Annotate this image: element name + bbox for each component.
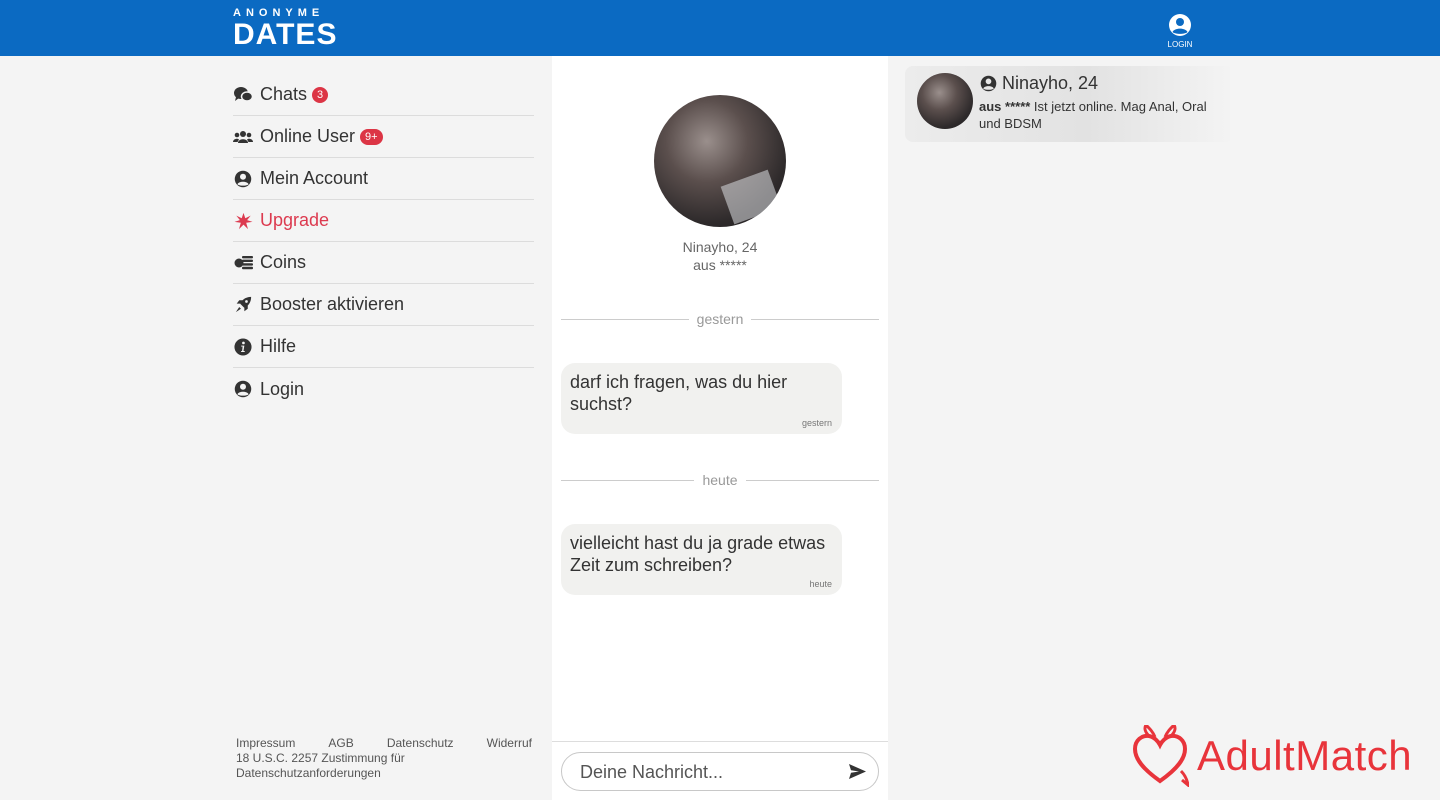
chat-panel: Ninayho, 24 aus ***** gestern darf ich f…	[552, 56, 888, 800]
notification-text: aus ***** Ist jetzt online. Mag Anal, Or…	[979, 98, 1219, 132]
sidebar-item-label: Mein Account	[260, 168, 369, 188]
message-bubble: darf ich fragen, was du hier suchst? ges…	[561, 363, 842, 434]
date-divider: heute	[561, 470, 880, 490]
header-login-button[interactable]: LOGIN	[1163, 13, 1197, 49]
user-circle-icon	[1169, 14, 1191, 36]
watermark-text: AdultMatch	[1197, 732, 1413, 779]
sidebar-item-upgrade[interactable]: Upgrade	[233, 200, 534, 242]
info-icon	[233, 337, 253, 357]
message-bubble: vielleicht hast du ja grade etwas Zeit z…	[561, 524, 842, 595]
notification-avatar	[917, 73, 973, 129]
notification-location: aus *****	[979, 99, 1031, 114]
sidebar-item-label: Booster aktivieren	[260, 294, 405, 314]
user-circle-icon	[233, 379, 253, 399]
footer-link-impressum[interactable]: Impressum	[236, 736, 295, 751]
notification-title: Ninayho, 24	[980, 73, 1098, 94]
sidebar-menu: Chats 3 Online User 9+ Mein Account Upgr…	[233, 74, 534, 410]
sidebar-item-label: Hilfe	[260, 336, 297, 356]
message-input[interactable]	[580, 761, 830, 783]
date-divider: gestern	[561, 309, 880, 329]
footer-links: Impressum AGB Datenschutz Widerruf	[236, 736, 532, 751]
sidebar-item-mein-account[interactable]: Mein Account	[233, 158, 534, 200]
composer-divider	[552, 741, 888, 742]
online-notification[interactable]: Ninayho, 24 aus ***** Ist jetzt online. …	[905, 66, 1235, 142]
adultmatch-watermark: AdultMatch	[1131, 725, 1412, 787]
chats-count-badge: 3	[312, 86, 329, 103]
sidebar-item-label: Coins	[260, 252, 307, 272]
coins-icon	[233, 253, 253, 273]
sidebar-item-hilfe[interactable]: Hilfe	[233, 326, 534, 368]
sidebar-footer: Impressum AGB Datenschutz Widerruf 18 U.…	[236, 736, 532, 781]
footer-note-2257[interactable]: 18 U.S.C. 2257 Zustimmung für Datenschut…	[236, 751, 532, 781]
date-divider-label: gestern	[696, 311, 744, 327]
message-text: darf ich fragen, was du hier suchst?	[570, 372, 788, 414]
sidebar-item-label: Login	[260, 378, 305, 399]
top-bar: ANONYME DATES LOGIN	[0, 0, 1440, 56]
sidebar-item-booster[interactable]: Booster aktivieren	[233, 284, 534, 326]
sidebar-item-label: Online User	[260, 126, 356, 146]
message-time: heute	[809, 579, 832, 589]
date-divider-label: heute	[702, 472, 738, 488]
devil-heart-icon	[1132, 725, 1189, 787]
footer-link-agb[interactable]: AGB	[328, 736, 353, 751]
footer-link-datenschutz[interactable]: Datenschutz	[387, 736, 454, 751]
logo-main-text: DATES	[233, 18, 338, 51]
profile-avatar[interactable]	[654, 95, 786, 227]
message-composer	[561, 752, 879, 791]
chat-bubbles-icon	[233, 85, 253, 105]
user-circle-icon	[980, 75, 997, 92]
sidebar-item-login[interactable]: Login	[233, 368, 534, 410]
sidebar-item-online-user[interactable]: Online User 9+	[233, 116, 534, 158]
footer-link-widerruf[interactable]: Widerruf	[487, 736, 532, 751]
profile-name: Ninayho, 24	[682, 239, 758, 255]
sidebar-item-chats[interactable]: Chats 3	[233, 74, 534, 116]
burst-icon	[233, 211, 253, 231]
users-icon	[233, 127, 253, 147]
message-text: vielleicht hast du ja grade etwas Zeit z…	[570, 533, 826, 575]
header-login-label: LOGIN	[1167, 40, 1193, 49]
sidebar-item-coins[interactable]: Coins	[233, 242, 534, 284]
message-time: gestern	[801, 418, 832, 428]
user-circle-icon	[233, 169, 253, 189]
rocket-icon	[233, 295, 253, 315]
site-logo[interactable]: ANONYME DATES	[233, 8, 337, 50]
online-count-badge: 9+	[360, 128, 383, 145]
send-icon[interactable]	[849, 764, 866, 784]
sidebar-item-label: Upgrade	[260, 210, 330, 230]
profile-location: aus *****	[693, 257, 747, 273]
notification-name: Ninayho, 24	[1002, 73, 1099, 93]
sidebar-item-label: Chats	[260, 84, 308, 104]
